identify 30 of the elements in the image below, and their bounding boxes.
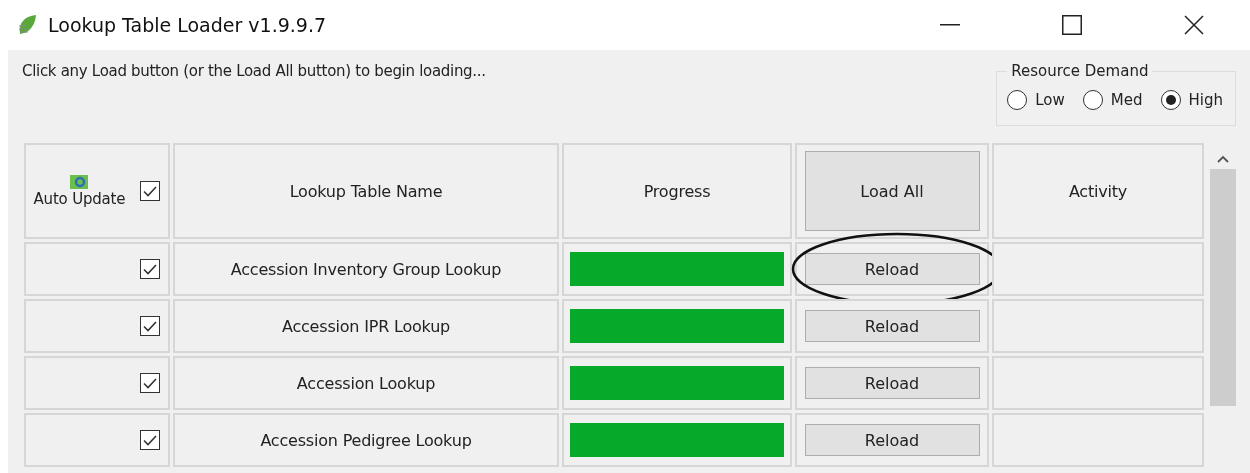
radio-option[interactable]: High: [1160, 89, 1223, 110]
radio-option[interactable]: Low: [1007, 89, 1065, 110]
column-header: Activity: [1068, 181, 1128, 201]
checkbox[interactable]: [140, 430, 160, 450]
table-name: Accession IPR Lookup: [281, 316, 451, 336]
checkbox[interactable]: [140, 181, 161, 201]
column-header: Lookup Table Name: [289, 181, 443, 201]
checkbox[interactable]: [140, 373, 160, 393]
radio-option[interactable]: Med: [1082, 89, 1143, 110]
checkbox[interactable]: [140, 259, 160, 279]
refresh-table-icon: [70, 174, 89, 190]
window-title: Lookup Table Loader v1.9.9.7: [48, 14, 328, 36]
scroll-up-icon[interactable]: [1217, 155, 1229, 163]
checkbox[interactable]: [140, 316, 160, 336]
close-icon: [1184, 15, 1204, 35]
load-all-button[interactable]: Load All: [804, 151, 980, 231]
column-header: Progress: [643, 181, 711, 201]
reload-button[interactable]: Reload: [804, 253, 980, 285]
reload-button[interactable]: Reload: [804, 310, 980, 342]
reload-button[interactable]: Reload: [804, 424, 980, 456]
maximize-icon: [1062, 15, 1082, 35]
leaf-icon: [16, 14, 38, 36]
table-name: Accession Inventory Group Lookup: [230, 259, 502, 279]
column-header: Auto Update: [33, 190, 126, 208]
reload-button[interactable]: Reload: [804, 367, 980, 399]
table-name: Accession Pedigree Lookup: [260, 430, 472, 450]
minimize-icon: [940, 24, 960, 26]
group-title: Resource Demand: [1010, 62, 1150, 80]
instruction-text: Click any Load button (or the Load All button) to begin loading...: [22, 62, 486, 80]
table-name: Accession Lookup: [296, 373, 436, 393]
